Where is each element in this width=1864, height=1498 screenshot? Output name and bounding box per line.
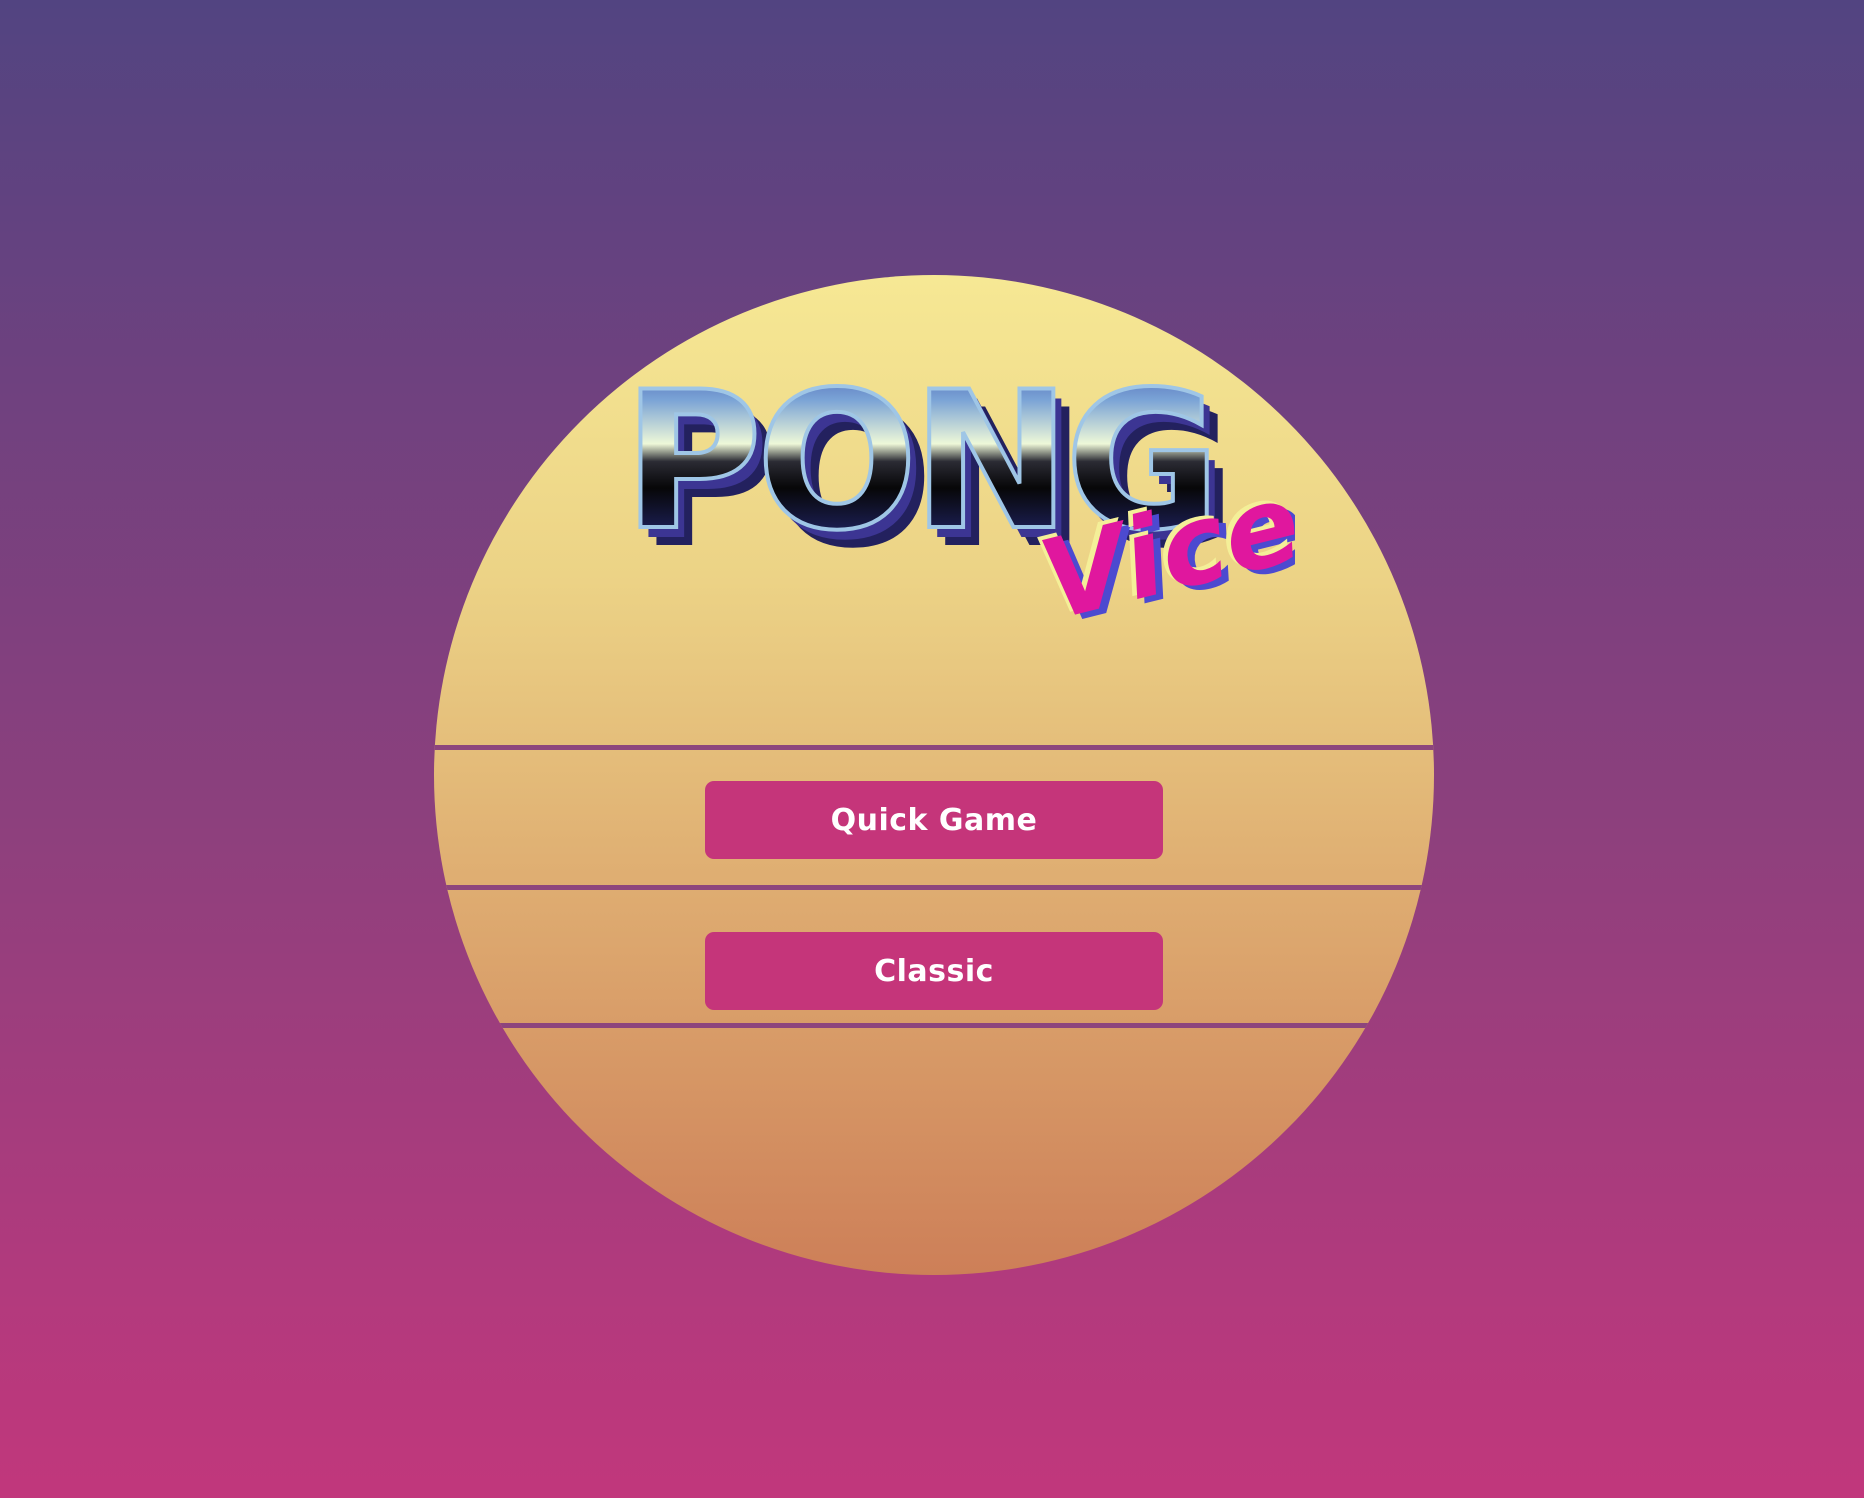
sun-stripe: [434, 885, 1434, 890]
sun-stripe: [434, 1023, 1434, 1028]
sun-stripe: [434, 745, 1434, 750]
game-logo: PONG PONG PONG Vice Vice Vice: [621, 349, 1295, 650]
classic-button[interactable]: Classic: [705, 932, 1163, 1010]
quick-game-button[interactable]: Quick Game: [705, 781, 1163, 859]
